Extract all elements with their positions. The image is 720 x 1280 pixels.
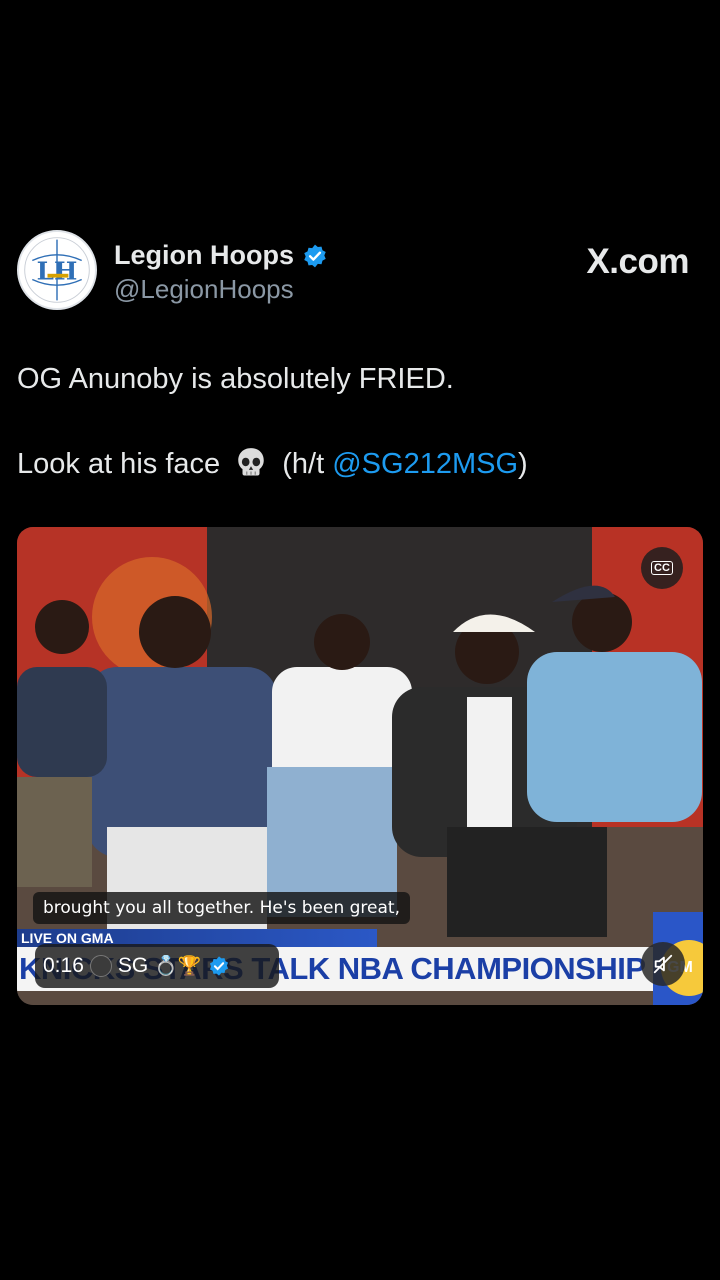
video-info-bar[interactable]: 0:16 SG 💍🏆 <box>35 944 279 988</box>
tweet-body: OG Anunoby is absolutely FRIED. Look at … <box>17 358 703 485</box>
channel-name: SG <box>117 954 149 977</box>
skull-emoji-icon <box>238 448 264 476</box>
tweet-line-2: Look at his face (h/t @SG212MSG) <box>17 443 703 485</box>
video-caption: brought you all together. He's been grea… <box>33 892 410 924</box>
tweet-header: LH Legion Hoops @LegionHoops X.com <box>17 230 703 312</box>
channel-verified-icon <box>209 956 228 976</box>
mute-toggle-button[interactable] <box>641 942 685 986</box>
tweet-line-2-mid: (h/t <box>282 448 333 480</box>
tweet-line-2-suffix: ) <box>518 448 528 480</box>
tweet-line-2-prefix: Look at his face <box>17 448 221 480</box>
mention-link[interactable]: @SG212MSG <box>332 448 518 480</box>
tweet-line-1: OG Anunoby is absolutely FRIED. <box>17 363 454 395</box>
video-player[interactable]: CC brought you all together. He's been g… <box>17 527 703 1005</box>
closed-captions-button[interactable]: CC <box>641 547 683 589</box>
speaker-muted-icon <box>653 954 673 974</box>
channel-avatar <box>89 955 112 977</box>
avatar-text: LH <box>37 257 78 286</box>
x-com-brand: X.com <box>586 242 689 281</box>
video-timestamp: 0:16 <box>43 954 84 977</box>
author-name[interactable]: Legion Hoops <box>114 240 294 271</box>
legion-hoops-logo: LH <box>24 237 90 303</box>
author-handle[interactable]: @LegionHoops <box>114 274 294 305</box>
cc-icon: CC <box>651 561 673 575</box>
author-avatar[interactable]: LH <box>17 230 97 310</box>
ring-trophy-emojis: 💍🏆 <box>154 956 202 977</box>
verified-badge-icon <box>304 244 326 267</box>
